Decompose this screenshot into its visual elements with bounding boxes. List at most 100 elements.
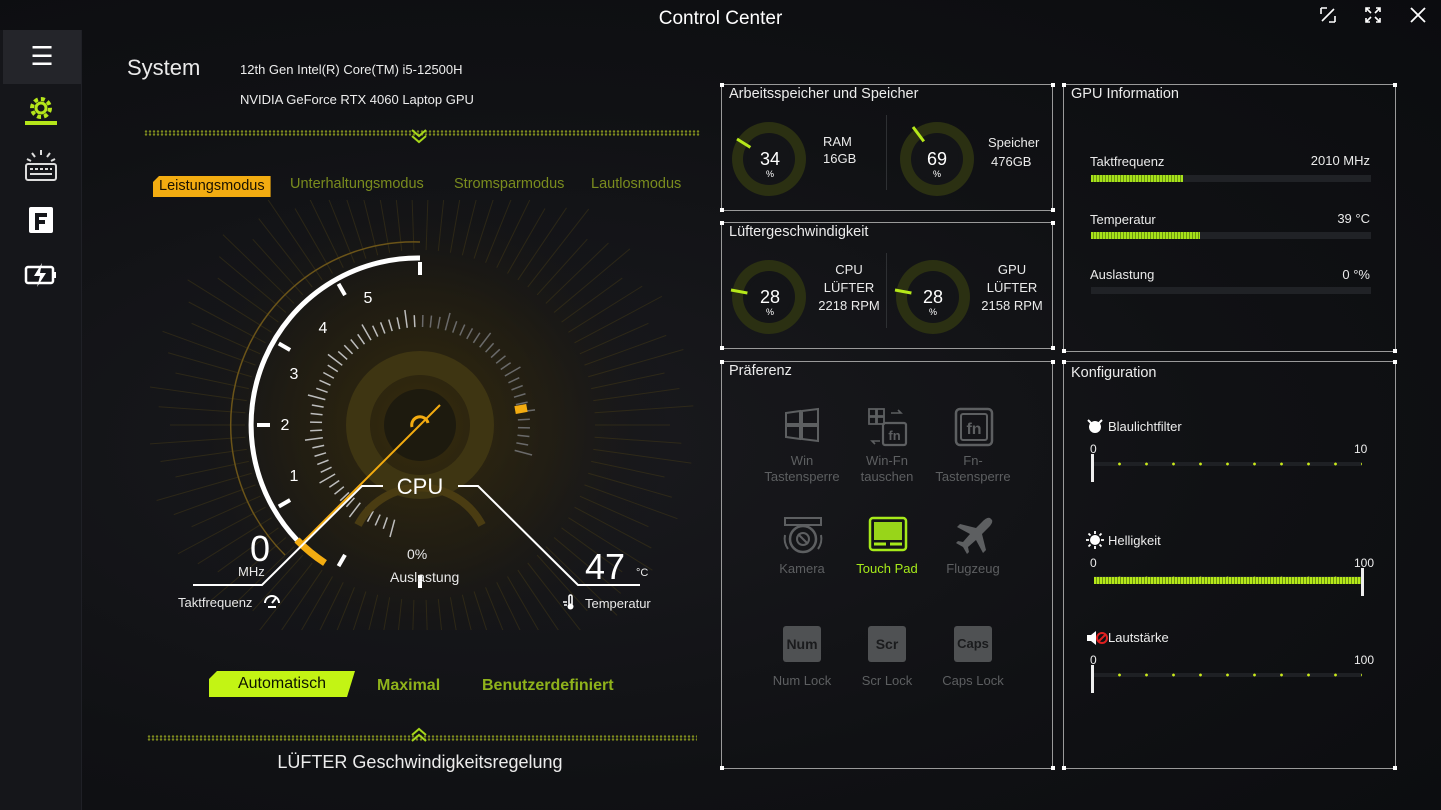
cpu-load-value: 0%: [407, 546, 428, 562]
pref-airplane[interactable]: Flugzeug: [923, 515, 1023, 585]
gpu-fan-rpm: 2158 RPM: [981, 298, 1043, 313]
gauge-minor-tick: [413, 315, 416, 328]
ram-label: RAM: [823, 134, 852, 149]
pref-win-fn-swap-line2: tauschen: [860, 469, 914, 484]
preference-panel-title: Präferenz: [729, 363, 792, 379]
blue-light-max: 10: [1354, 442, 1368, 456]
cpu-fan-label-line1: CPU: [835, 262, 863, 277]
pref-win-fn-swap[interactable]: fn Win-Fn tauschen: [837, 407, 937, 487]
cpu-fan-percent-value: 28: [759, 287, 781, 307]
pref-scroll-lock-label: Scr Lock: [861, 673, 913, 688]
pref-touchpad[interactable]: Touch Pad: [837, 515, 937, 585]
fan-mode-automatisch[interactable]: Automatisch: [209, 671, 355, 697]
brightness-slider-handle[interactable]: [1361, 568, 1364, 596]
gpu-temperature-bar: [1091, 232, 1371, 239]
camera-icon: [783, 517, 823, 554]
blue-light-filter-icon: [1087, 419, 1103, 433]
svg-text:fn: fn: [888, 428, 900, 443]
brightness-label: Helligkeit: [1108, 533, 1161, 548]
ram-percent-unit: %: [765, 169, 774, 179]
fan-speed-control-label: LÜFTER Geschwindigkeitsregelung: [277, 752, 563, 772]
cpu-temperature-value: 47: [585, 546, 626, 587]
pref-caps-lock[interactable]: Caps Caps Lock: [923, 626, 1023, 696]
gpu-fan-label: GPU LÜFTER 2158 RPM: [979, 261, 1045, 315]
gpu-load-bar: [1091, 287, 1371, 294]
tab-stromsparmodus[interactable]: Stromsparmodus: [454, 176, 564, 192]
cpu-fan-rpm: 2218 RPM: [818, 298, 880, 313]
caps-lock-icon: Caps: [954, 626, 992, 662]
sidebar-item-keyboard[interactable]: [22, 148, 60, 186]
gpu-fan-percent-unit: %: [928, 307, 937, 317]
gpu-clock-bar: [1091, 175, 1371, 182]
cpu-frequency-label: Taktfrequenz: [178, 595, 253, 610]
pref-fn-lock-line2: Tastensperre: [935, 469, 1011, 484]
sidebar-item-system[interactable]: [22, 92, 60, 130]
tab-leistungsmodus[interactable]: Leistungsmodus: [153, 176, 271, 197]
thermometer-icon: [561, 593, 579, 616]
fan-mode-benutzerdefiniert[interactable]: Benutzerdefiniert: [482, 677, 614, 695]
expand-toggle[interactable]: [410, 727, 428, 748]
pref-airplane-label: Flugzeug: [946, 561, 1000, 576]
pref-touchpad-label: Touch Pad: [856, 561, 918, 576]
fan-mode-maximal[interactable]: Maximal: [377, 677, 440, 695]
battery-charge-icon: [24, 263, 56, 287]
gauge-tick-label-1: 1: [290, 468, 299, 485]
volume-muted-icon: [1087, 631, 1108, 645]
gpu-temperature-bar-fill: [1091, 232, 1200, 239]
pref-scroll-lock[interactable]: Scr Scr Lock: [837, 626, 937, 696]
hamburger-icon: ☰: [30, 41, 54, 71]
gpu-clock-value: 2010 MHz: [1310, 153, 1370, 168]
flexikey-icon: [29, 207, 53, 233]
volume-max: 100: [1354, 653, 1375, 667]
brightness-min: 0: [1090, 556, 1097, 570]
volume-slider-handle[interactable]: [1091, 665, 1094, 693]
svg-text:fn: fn: [966, 421, 981, 438]
chevron-down-icon: [411, 129, 427, 144]
collapse-toggle[interactable]: [410, 128, 428, 149]
ram-percent-value: 34: [759, 149, 781, 169]
window-title: Control Center: [658, 8, 783, 29]
fan-panel-title: Lüftergeschwindigkeit: [729, 224, 869, 240]
volume-slider[interactable]: [1094, 673, 1362, 677]
gauge-tick-label-4: 4: [319, 320, 328, 337]
pref-fn-lock[interactable]: fn Fn- Tastensperre: [923, 407, 1023, 487]
memory-panel-title: Arbeitsspeicher und Speicher: [729, 86, 919, 102]
sidebar-item-flexikey[interactable]: [22, 202, 60, 240]
gauge-tick-label-5: 5: [364, 290, 373, 307]
gear-icon: [25, 97, 57, 125]
gpu-name: NVIDIA GeForce RTX 4060 Laptop GPU: [240, 92, 474, 107]
blue-light-slider[interactable]: [1094, 462, 1362, 466]
gpu-fan-percent-value: 28: [922, 287, 944, 307]
storage-percent-unit: %: [932, 169, 941, 179]
pref-fn-lock-line1: Fn-: [963, 453, 983, 468]
ram-size: 16GB: [823, 151, 857, 166]
win-fn-swap-icon: fn: [868, 408, 908, 447]
close-button[interactable]: [1407, 6, 1429, 28]
storage-size: 476GB: [991, 154, 1032, 169]
restore-button[interactable]: [1317, 6, 1339, 28]
preference-panel: Präferenz Win Tastensperre fn Win-Fn tau…: [720, 360, 1053, 770]
blue-light-slider-handle[interactable]: [1091, 454, 1094, 482]
gpu-temperature-value: 39 °C: [1337, 211, 1370, 226]
tab-lautlosmodus[interactable]: Lautlosmodus: [591, 176, 681, 192]
cpu-fan-label-line2: LÜFTER: [823, 280, 875, 295]
pref-caps-lock-label: Caps Lock: [942, 673, 1004, 688]
sidebar-item-battery[interactable]: [22, 256, 60, 294]
chevron-up-icon: [411, 727, 427, 742]
hamburger-menu-button[interactable]: ☰: [3, 30, 81, 84]
gauge-cpu-label: CPU: [397, 474, 443, 499]
brightness-icon: [1086, 531, 1104, 549]
gpu-fan-label-line2: LÜFTER: [986, 280, 1038, 295]
windows-icon: [785, 407, 819, 443]
cpu-fan-label: CPU LÜFTER 2218 RPM: [816, 261, 882, 315]
gauge-tick-label-3: 3: [290, 366, 299, 383]
maximize-button[interactable]: [1362, 6, 1384, 28]
maximize-icon: [1365, 7, 1381, 23]
gpu-temperature-label: Temperatur: [1090, 212, 1156, 227]
cpu-temperature-unit: °C: [636, 567, 649, 579]
tab-unterhaltungsmodus[interactable]: Unterhaltungsmodus: [290, 176, 424, 192]
gauge-minor-tick: [310, 429, 323, 432]
config-panel-title: Konfiguration: [1071, 365, 1157, 381]
gauge-tick-label-2: 2: [281, 417, 290, 434]
gauge-minor-tick: [517, 418, 530, 421]
